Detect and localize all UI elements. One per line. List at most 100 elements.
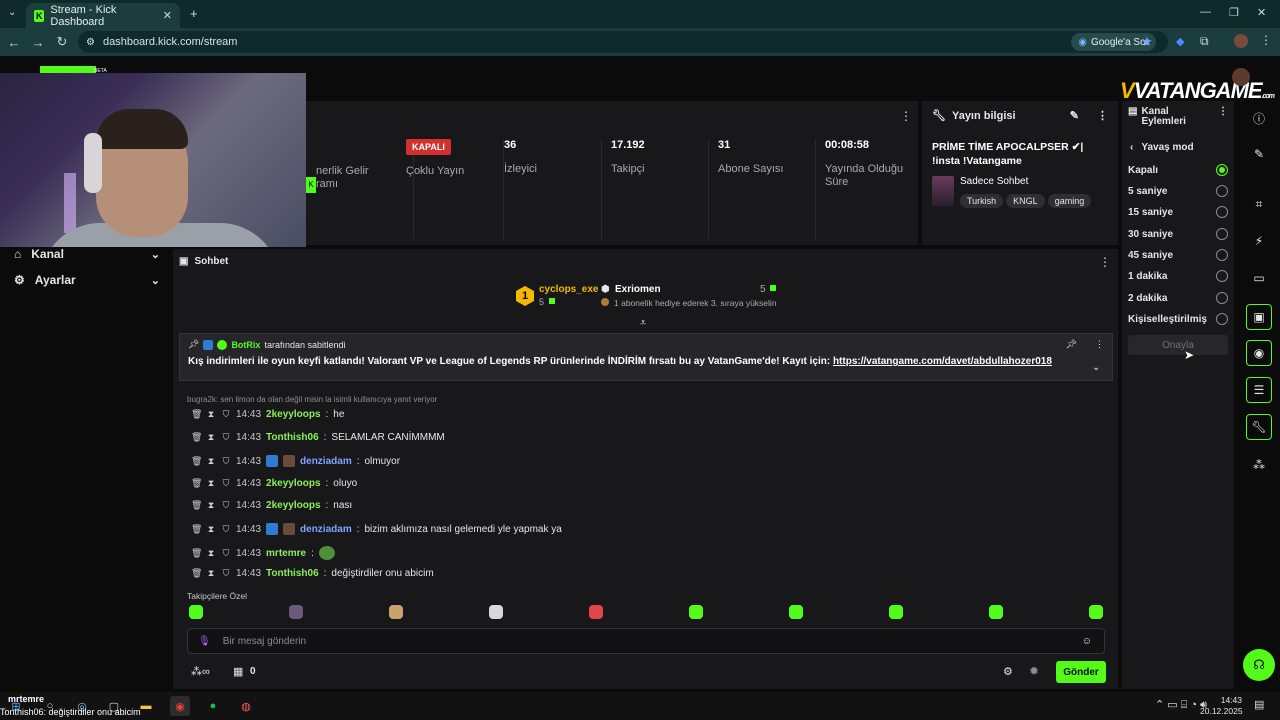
system-clock[interactable]: 14:43 20.12.2025 [1200, 695, 1243, 717]
send-button[interactable]: Gönder [1056, 661, 1106, 683]
chat-message-row[interactable]: 🗑︎ ⧗ ⛉ 14:43 Tonthish06: değiştirdiler onu ab… [191, 568, 434, 579]
slow-mode-option[interactable]: 30 saniye [1128, 228, 1228, 240]
bookmark-star-icon[interactable]: ★ [1141, 34, 1153, 50]
community-icon[interactable]: ⁂ [1246, 452, 1272, 478]
emote-icon[interactable] [389, 605, 403, 619]
tab-list-icon[interactable]: ⌄ [8, 7, 16, 18]
obs-icon[interactable]: ◍ [236, 696, 256, 716]
stats-menu-icon[interactable]: ⋮ [900, 109, 912, 123]
edit-pencil-icon[interactable]: ✎ [1070, 109, 1079, 122]
message-username[interactable]: denziadam [300, 456, 352, 467]
slow-mode-option[interactable]: 45 saniye [1128, 249, 1228, 261]
sidebar-item-kanal[interactable]: ⌂ Kanal ⌄ [14, 247, 160, 261]
unpin-icon[interactable]: 📌︎ [1066, 339, 1077, 350]
emoji-icon[interactable]: ☺ [1082, 636, 1092, 647]
expand-chevron-icon[interactable]: ⌄ [1092, 362, 1100, 373]
ban-shield-icon[interactable]: ⛉ [221, 568, 231, 579]
message-username[interactable]: denziadam [300, 524, 352, 535]
ban-shield-icon[interactable]: ⛉ [221, 409, 231, 420]
chat-message-input[interactable]: 🎙︎ Bir mesaj gönderin ☺ [187, 628, 1105, 654]
slow-mode-option[interactable]: Kişiselleştirilmiş [1128, 313, 1228, 325]
radio-button[interactable] [1216, 185, 1228, 197]
category-thumbnail[interactable] [932, 176, 954, 206]
delete-message-icon[interactable]: 🗑︎ [191, 409, 202, 420]
slow-mode-option[interactable]: 5 saniye [1128, 185, 1228, 197]
reload-icon[interactable]: ↻ [50, 34, 74, 50]
edit-icon[interactable]: ✎ [1246, 141, 1272, 167]
extensions-puzzle-icon[interactable]: ⧉ [1200, 34, 1209, 49]
timeout-icon[interactable]: ⧗ [206, 548, 216, 559]
ban-shield-icon[interactable]: ⛉ [221, 524, 231, 535]
leaderboard-user[interactable]: Exriomen [615, 284, 661, 295]
chat-menu-icon[interactable]: ⋮ [1099, 255, 1111, 269]
ban-shield-icon[interactable]: ⛉ [221, 456, 231, 467]
emote-icon[interactable] [689, 605, 703, 619]
slow-mode-option[interactable]: Kapalı [1128, 164, 1228, 176]
window-close-icon[interactable]: ✕ [1257, 6, 1266, 19]
delete-message-icon[interactable]: 🗑︎ [191, 548, 202, 559]
channel-points-icon[interactable]: ⁂∞ [191, 665, 210, 678]
slow-mode-option[interactable]: 2 dakika [1128, 292, 1228, 304]
message-username[interactable]: 2keyyloops [266, 500, 320, 511]
emote-icon[interactable] [989, 605, 1003, 619]
microphone-icon[interactable]: 🎙︎ [198, 636, 211, 647]
restore-icon[interactable]: ❐ [1229, 6, 1239, 19]
chat-message-row[interactable]: 🗑︎ ⧗ ⛉ 14:43 2keyyloops: he [191, 409, 344, 420]
timeout-icon[interactable]: ⧗ [206, 568, 216, 579]
pinned-menu-icon[interactable]: ⋮ [1095, 339, 1104, 350]
delete-message-icon[interactable]: 🗑︎ [191, 432, 202, 443]
radio-button[interactable] [1216, 270, 1228, 282]
radio-button[interactable] [1216, 313, 1228, 325]
spotify-icon[interactable]: ● [203, 696, 223, 716]
timeout-icon[interactable]: ⧗ [206, 500, 216, 511]
url-field[interactable]: ⚙ dashboard.kick.com/stream ◉ Google'a S… [78, 31, 1168, 53]
emote-icon[interactable] [1089, 605, 1103, 619]
chat-message-row[interactable]: 🗑︎ ⧗ ⛉ 14:43 denziadam: bizim aklımıza nasıl … [191, 523, 562, 535]
support-headset-icon[interactable]: ☊ [1243, 649, 1275, 681]
emote-icon[interactable] [889, 605, 903, 619]
message-username[interactable]: 2keyyloops [266, 409, 320, 420]
lightning-icon[interactable]: ⚡︎ [1246, 228, 1272, 254]
timeout-icon[interactable]: ⧗ [206, 409, 216, 420]
radio-button[interactable] [1216, 292, 1228, 304]
emote-icon[interactable] [589, 605, 603, 619]
timeout-icon[interactable]: ⧗ [206, 432, 216, 443]
slow-mode-option[interactable]: 1 dakika [1128, 270, 1228, 282]
message-username[interactable]: Tonthish06 [266, 568, 319, 579]
chat-rail-icon[interactable]: ▣ [1246, 304, 1272, 330]
chat-message-row[interactable]: 🗑︎ ⧗ ⛉ 14:43 Tonthish06: SELAMLAR CANİMMMM [191, 432, 445, 443]
streamer-avatar[interactable] [1232, 68, 1250, 86]
pinned-by-user[interactable]: BotRix [231, 340, 260, 350]
stream-info-menu-icon[interactable]: ⋮ [1097, 109, 1108, 122]
ban-shield-icon[interactable]: ⛉ [221, 548, 231, 559]
timeout-icon[interactable]: ⧗ [206, 478, 216, 489]
browser-tab[interactable]: K Stream - Kick Dashboard ✕ [26, 3, 180, 28]
store-icon[interactable]: ▦ [233, 665, 243, 678]
stat-multistream[interactable]: KAPALI Çoklu Yayın [396, 139, 504, 239]
info-icon[interactable]: ⓘ [1246, 105, 1272, 131]
site-info-icon[interactable]: ⚙ [86, 37, 95, 48]
delete-message-icon[interactable]: 🗑︎ [191, 456, 202, 467]
confirm-button[interactable]: Onayla [1128, 335, 1228, 355]
browser-menu-icon[interactable]: ⋮ [1260, 33, 1272, 47]
notes-icon[interactable]: ▭ [1246, 265, 1272, 291]
slow-mode-back[interactable]: ‹ Yavaş mod [1130, 142, 1194, 153]
radio-button[interactable] [1216, 206, 1228, 218]
chat-message-row[interactable]: 🗑︎ ⧗ ⛉ 14:43 denziadam: olmuyor [191, 455, 400, 467]
radio-button[interactable] [1216, 249, 1228, 261]
delete-message-icon[interactable]: 🗑︎ [191, 478, 202, 489]
pinned-link[interactable]: https://vatangame.com/davet/abdullahozer… [833, 356, 1052, 367]
chat-mod-icon[interactable]: ✹ [1029, 664, 1039, 678]
chat-message-row[interactable]: 🗑︎ ⧗ ⛉ 14:43 2keyyloops: oluyo [191, 478, 357, 489]
timeout-icon[interactable]: ⧗ [206, 456, 216, 467]
collapse-arrow-icon[interactable]: ⩡ [640, 317, 646, 330]
timeout-icon[interactable]: ⧗ [206, 524, 216, 535]
ban-shield-icon[interactable]: ⛉ [221, 432, 231, 443]
minimize-icon[interactable]: — [1200, 6, 1211, 18]
delete-message-icon[interactable]: 🗑︎ [191, 500, 202, 511]
forward-icon[interactable]: → [26, 35, 50, 50]
emote-icon[interactable] [489, 605, 503, 619]
back-icon[interactable]: ← [2, 35, 26, 50]
emote-icon[interactable] [189, 605, 203, 619]
leaderboard-user[interactable]: cyclops_exe [539, 284, 599, 295]
